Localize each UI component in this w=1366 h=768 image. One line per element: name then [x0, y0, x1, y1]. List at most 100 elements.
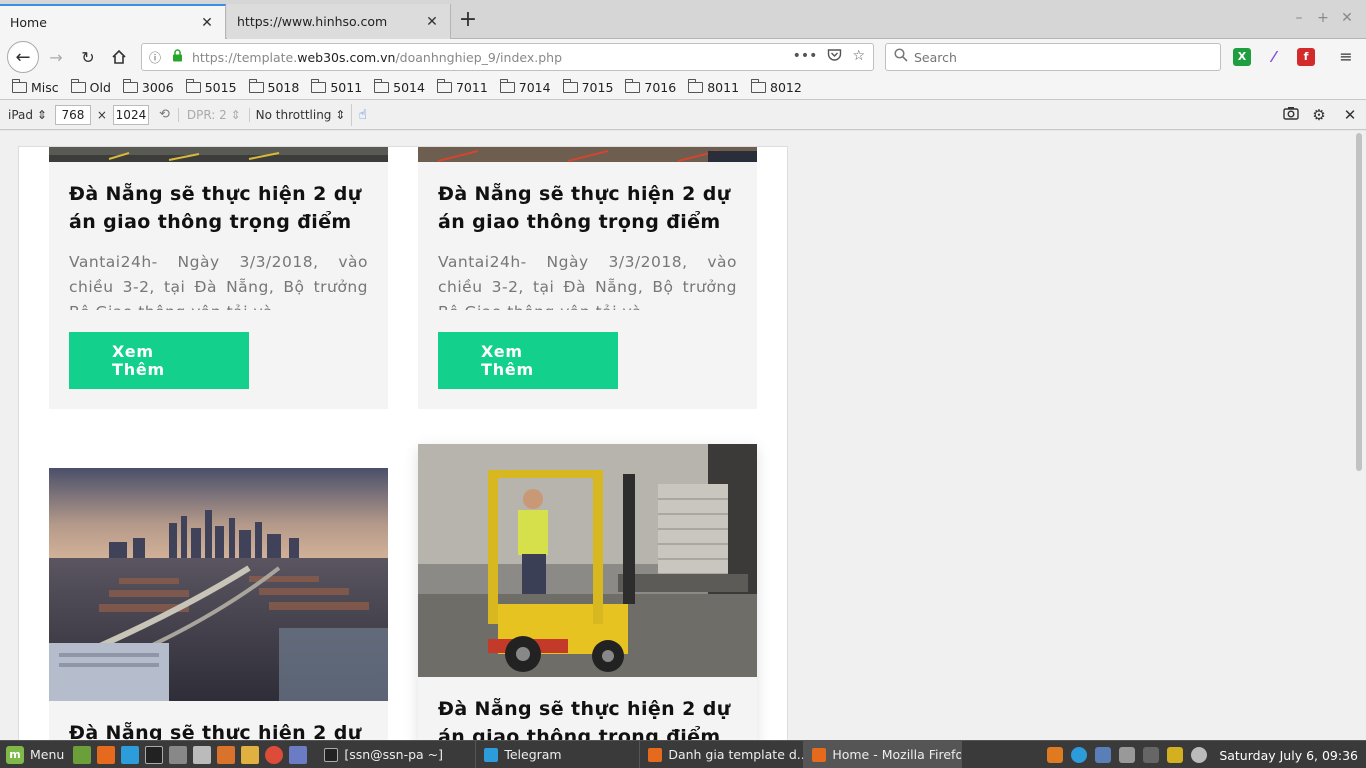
card-title[interactable]: Đà Nẵng sẽ thực hiện 2 dự án giao thông …: [69, 180, 368, 236]
search-icon: [894, 48, 914, 66]
bookmark-folder[interactable]: 5011: [311, 78, 362, 95]
bookmark-folder[interactable]: 7014: [499, 78, 551, 95]
dimension-separator: ×: [96, 107, 107, 122]
bookmark-folder[interactable]: 5014: [374, 78, 425, 95]
rotate-icon[interactable]: ⟲: [159, 107, 170, 122]
back-button[interactable]: ←: [7, 41, 39, 73]
firefox-icon: [812, 747, 827, 762]
read-more-button[interactable]: Xem Thêm: [69, 332, 249, 389]
touch-simulation-icon[interactable]: ☝: [351, 103, 373, 126]
camera-launcher-icon[interactable]: [193, 745, 212, 764]
bookmark-star-icon[interactable]: ☆: [852, 48, 865, 66]
feather-extension-icon[interactable]: ⁄: [1265, 48, 1283, 66]
chrome-launcher-icon[interactable]: [265, 745, 284, 764]
reload-button[interactable]: ↻: [74, 43, 102, 71]
telegram-tray-icon[interactable]: [1071, 747, 1088, 763]
card-title[interactable]: Đà Nẵng sẽ thực hiện 2 dự án giao thông …: [69, 719, 368, 740]
device-label: iPad: [8, 107, 34, 122]
start-menu-button[interactable]: m Menu: [0, 741, 70, 768]
tab-hinhso[interactable]: https://www.hinhso.com ✕: [227, 4, 451, 39]
width-input[interactable]: 768: [54, 104, 91, 125]
home-icon: [112, 49, 126, 64]
taskbar-window-telegram[interactable]: Telegram: [476, 740, 641, 768]
show-desktop-icon[interactable]: [73, 745, 92, 764]
lock-icon[interactable]: [168, 49, 186, 65]
throttling-select[interactable]: No throttling ⇕: [248, 107, 345, 122]
bookmark-folder[interactable]: 7011: [436, 78, 488, 95]
new-tab-button[interactable]: +: [454, 8, 482, 34]
maximize-button[interactable]: +: [1313, 10, 1333, 26]
card-image: [418, 444, 757, 677]
keyboard-tray-icon[interactable]: [1119, 747, 1136, 763]
taskbar: m Menu [ssn@ssn-pa ~] Telegram Danh gia …: [0, 740, 1366, 768]
news-card: Đà Nẵng sẽ thực hiện 2 dự án giao thông …: [49, 147, 388, 409]
terminal-launcher-icon[interactable]: [145, 745, 164, 764]
bookmark-folder[interactable]: 3006: [122, 78, 174, 95]
bookmark-label: 5015: [204, 79, 237, 95]
bookmark-folder[interactable]: Misc: [12, 78, 59, 95]
folder-icon: [185, 78, 201, 93]
taskbar-window-firefox-template[interactable]: Danh gia template d...: [640, 740, 805, 768]
dpr-select[interactable]: DPR: 2 ⇕: [177, 107, 241, 122]
app-launcher-icon[interactable]: [289, 745, 308, 764]
taskbar-window-terminal[interactable]: [ssn@ssn-pa ~]: [316, 740, 477, 768]
hamburger-menu-icon[interactable]: ≡: [1336, 47, 1356, 66]
card-title[interactable]: Đà Nẵng sẽ thực hiện 2 dự án giao thông …: [438, 180, 737, 236]
window-close-button[interactable]: ✕: [1337, 10, 1357, 26]
close-rdm-icon[interactable]: ✕: [1340, 106, 1360, 124]
arrow-left-icon: ←: [15, 46, 31, 68]
bookmark-folder[interactable]: Old: [70, 78, 111, 95]
search-input[interactable]: [914, 49, 1194, 65]
bookmark-folder[interactable]: 5015: [185, 78, 237, 95]
read-more-button[interactable]: Xem Thêm: [438, 332, 618, 389]
sublime-launcher-icon[interactable]: [217, 745, 236, 764]
network-tray-icon[interactable]: [1143, 747, 1160, 763]
url-bar[interactable]: ⓘ https://template.web30s.com.vn/doanhng…: [141, 43, 874, 71]
folder-icon: [122, 78, 138, 93]
bookmark-label: Old: [89, 79, 111, 95]
device-frame: Đà Nẵng sẽ thực hiện 2 dự án giao thông …: [18, 146, 788, 740]
update-tray-icon[interactable]: [1167, 747, 1184, 763]
reload-icon: ↻: [81, 47, 95, 67]
taskbar-window-firefox-home[interactable]: Home - Mozilla Firefox: [804, 740, 963, 768]
close-icon[interactable]: ✕: [424, 14, 440, 30]
news-card: Đà Nẵng sẽ thực hiện 2 dự án giao thông …: [49, 468, 388, 740]
forward-button[interactable]: →: [42, 43, 70, 71]
page-viewport: Đà Nẵng sẽ thực hiện 2 dự án giao thông …: [0, 131, 1366, 740]
close-icon[interactable]: ✕: [199, 15, 215, 31]
user-tray-icon[interactable]: [1191, 747, 1208, 763]
scrollbar-thumb[interactable]: [1356, 133, 1362, 471]
firefox-launcher-icon[interactable]: [97, 745, 116, 764]
bookmark-folder[interactable]: 8011: [688, 78, 739, 95]
tab-home[interactable]: Home ✕: [0, 4, 226, 39]
device-select[interactable]: iPad ⇕: [8, 108, 47, 122]
flash-extension-icon[interactable]: f: [1297, 48, 1315, 66]
bookmark-folder[interactable]: 7015: [562, 78, 613, 95]
bookmark-folder[interactable]: 8012: [751, 78, 802, 95]
folder-launcher-icon[interactable]: [241, 745, 260, 764]
bookmark-folder[interactable]: 5018: [248, 78, 299, 95]
bookmark-label: 7014: [518, 79, 551, 95]
flame-tray-icon[interactable]: [1047, 747, 1064, 763]
files-launcher-icon[interactable]: [169, 745, 188, 764]
minimize-button[interactable]: –: [1289, 10, 1309, 26]
clock[interactable]: Saturday July 6, 09:36: [1219, 748, 1358, 763]
settings-gear-icon[interactable]: ⚙: [1309, 106, 1329, 124]
excel-extension-icon[interactable]: X: [1233, 48, 1251, 66]
terminal-icon: [324, 747, 339, 762]
home-button[interactable]: [105, 43, 133, 71]
info-icon[interactable]: ⓘ: [142, 49, 168, 66]
shield-tray-icon[interactable]: [1095, 747, 1112, 763]
url-text[interactable]: https://template.web30s.com.vn/doanhnghi…: [186, 50, 793, 65]
card-title[interactable]: Đà Nẵng sẽ thực hiện 2 dự án giao thông …: [438, 695, 737, 740]
screenshot-icon[interactable]: [1281, 106, 1301, 124]
pocket-icon[interactable]: [827, 48, 842, 66]
bookmark-folder[interactable]: 7016: [625, 78, 676, 95]
height-input[interactable]: 1024: [112, 104, 149, 125]
responsive-toolbar: iPad ⇕ 768 × 1024 ⟲ DPR: 2 ⇕ No throttli…: [0, 100, 1366, 130]
search-bar[interactable]: [885, 43, 1221, 71]
telegram-launcher-icon[interactable]: [121, 745, 140, 764]
folder-icon: [311, 78, 327, 93]
page-scrollbar[interactable]: [1354, 131, 1364, 740]
page-actions-icon[interactable]: •••: [793, 48, 818, 66]
